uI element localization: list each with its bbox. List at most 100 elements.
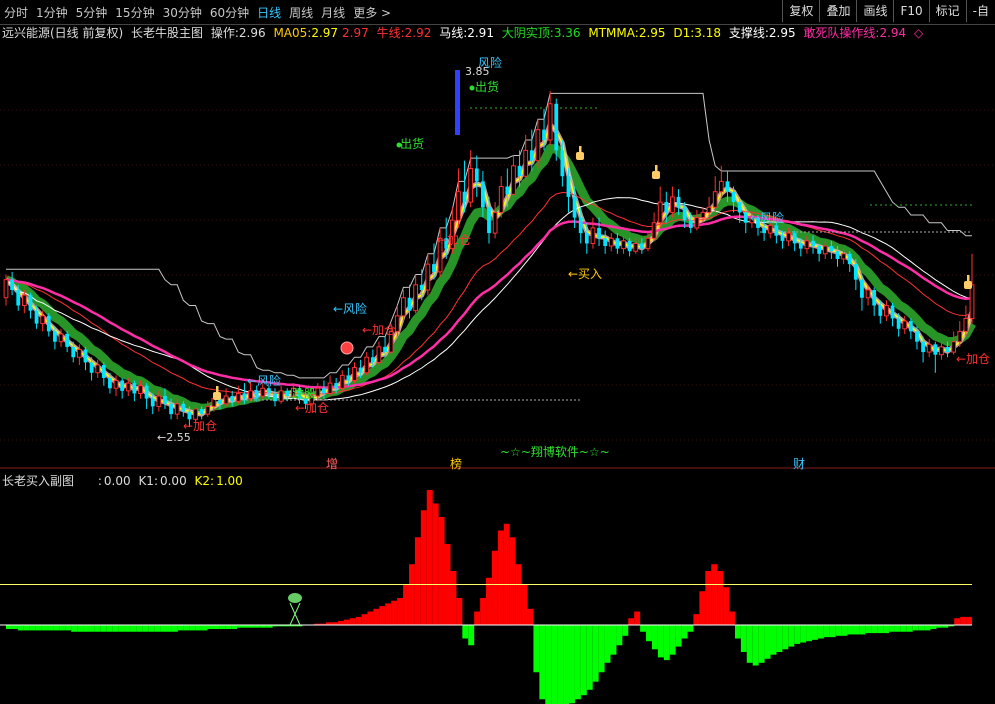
hist-bar-positive bbox=[486, 577, 492, 625]
candle-body bbox=[113, 380, 119, 389]
candle-body bbox=[174, 403, 180, 415]
candle-body bbox=[132, 383, 137, 394]
sub-buy-signal-icon bbox=[288, 593, 302, 603]
hist-bar-negative bbox=[35, 625, 42, 631]
candle-body bbox=[884, 305, 889, 317]
candle-body bbox=[120, 380, 125, 391]
candle-body bbox=[694, 217, 700, 229]
candle-body bbox=[169, 403, 173, 415]
candle-body bbox=[278, 390, 284, 402]
hist-bar-negative bbox=[734, 625, 741, 639]
sub-title: 长老买入副图 bbox=[2, 474, 75, 488]
hist-bar-negative bbox=[59, 625, 66, 631]
hist-bar-negative bbox=[231, 625, 238, 630]
hist-bar-negative bbox=[889, 625, 895, 632]
candle-body bbox=[498, 186, 504, 213]
candle-body bbox=[468, 167, 474, 203]
candle-body bbox=[425, 263, 431, 291]
hist-bar-negative bbox=[853, 625, 860, 635]
hist-bar-positive bbox=[426, 490, 433, 625]
high-price-label: 3.85 bbox=[465, 65, 490, 78]
hist-bar-negative bbox=[266, 625, 273, 628]
candle-body bbox=[199, 408, 204, 415]
hist-bar-negative bbox=[563, 625, 570, 704]
hist-bar-negative bbox=[770, 625, 777, 655]
hist-bar-positive bbox=[503, 523, 510, 625]
hist-bar-negative bbox=[592, 625, 599, 682]
candle-body bbox=[376, 346, 382, 363]
candle-body bbox=[542, 129, 546, 140]
add-label-3: ←加仓 bbox=[362, 323, 396, 337]
candle-body bbox=[108, 377, 112, 389]
hist-bar-negative bbox=[177, 625, 184, 631]
hist-bar-negative bbox=[675, 625, 682, 647]
candle-body bbox=[547, 103, 553, 141]
candle-body bbox=[572, 196, 577, 218]
candle-body bbox=[700, 211, 706, 219]
hist-bar-negative bbox=[237, 625, 244, 628]
hist-bar-negative bbox=[877, 625, 884, 634]
hist-bar-negative bbox=[23, 625, 30, 631]
hist-bar-positive bbox=[527, 608, 534, 625]
candle-body bbox=[150, 398, 155, 407]
hist-bar-negative bbox=[746, 625, 753, 663]
candle-body bbox=[566, 176, 571, 197]
hist-bar-negative bbox=[533, 625, 540, 673]
candle-body bbox=[712, 191, 718, 208]
hist-bar-negative bbox=[586, 625, 593, 690]
candle-body bbox=[676, 196, 681, 208]
candle-body bbox=[780, 235, 785, 241]
hist-bar-negative bbox=[906, 625, 913, 632]
hist-bar-negative bbox=[740, 625, 747, 652]
sub-v0-label: : bbox=[97, 474, 102, 488]
candle-body bbox=[603, 238, 608, 247]
hist-bar-negative bbox=[912, 625, 919, 631]
candle-body bbox=[890, 305, 895, 319]
candle-body bbox=[71, 346, 76, 358]
hist-bar-positive bbox=[373, 608, 380, 625]
candle-body bbox=[3, 279, 9, 299]
hist-bar-negative bbox=[776, 625, 783, 652]
candle-body bbox=[358, 367, 363, 373]
candle-body bbox=[688, 220, 693, 228]
sell-label-2: 出货 bbox=[475, 79, 499, 94]
hist-bar-positive bbox=[456, 598, 463, 625]
candle-body bbox=[456, 191, 461, 221]
candle-body bbox=[21, 294, 27, 307]
candle-body bbox=[969, 284, 975, 319]
hist-bar-negative bbox=[569, 625, 575, 704]
candle-body bbox=[517, 165, 522, 177]
hist-bar-negative bbox=[124, 625, 131, 632]
hist-bar-negative bbox=[859, 625, 866, 635]
hist-bar-positive bbox=[367, 611, 374, 625]
event-bang: 榜 bbox=[450, 456, 462, 470]
candle-body bbox=[774, 225, 779, 236]
candle-body bbox=[285, 390, 290, 397]
candle-body bbox=[718, 180, 724, 193]
candle-body bbox=[633, 242, 639, 252]
hand-palm-shape bbox=[652, 171, 660, 179]
candle-body bbox=[860, 279, 864, 298]
hist-bar-negative bbox=[207, 625, 214, 630]
hist-bar-negative bbox=[53, 625, 60, 631]
hist-bar-positive bbox=[705, 571, 712, 625]
hist-bar-negative bbox=[835, 625, 842, 636]
candle-body bbox=[933, 344, 938, 355]
low-price-label: ←2.55 bbox=[157, 431, 191, 444]
hist-bar-negative bbox=[847, 625, 854, 635]
hist-bar-negative bbox=[154, 625, 161, 632]
hist-bar-negative bbox=[598, 625, 605, 673]
hand-signal-icon bbox=[652, 165, 660, 179]
hist-bar-positive bbox=[379, 606, 386, 625]
hist-bar-negative bbox=[788, 625, 795, 647]
hist-bar-negative bbox=[106, 625, 113, 632]
hist-bar-negative bbox=[278, 625, 285, 627]
candle-body bbox=[908, 321, 913, 332]
candle-body bbox=[621, 240, 626, 250]
candle-body bbox=[260, 387, 266, 397]
candle-body bbox=[535, 129, 541, 162]
hist-bar-negative bbox=[646, 625, 652, 642]
candle-body bbox=[767, 224, 773, 234]
sell-label-1: 出货 bbox=[400, 136, 424, 151]
candle-body bbox=[505, 186, 510, 195]
